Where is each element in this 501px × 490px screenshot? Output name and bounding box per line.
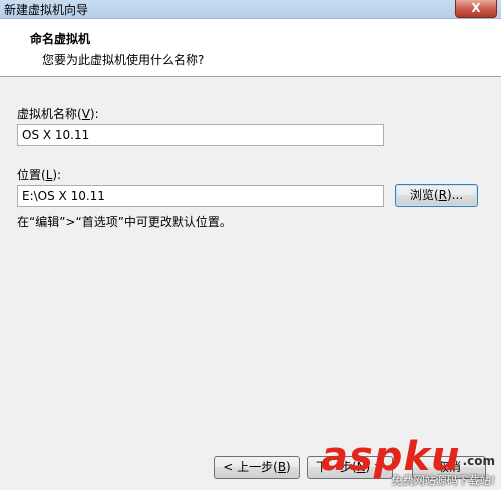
watermark-subtext: 免费网站源码下载站! xyxy=(391,474,495,487)
wizard-header: 命名虚拟机 您要为此虚拟机使用什么名称? xyxy=(0,19,501,77)
location-input[interactable] xyxy=(17,185,384,207)
vm-name-label-end: ): xyxy=(89,107,99,121)
back-key: B xyxy=(277,460,287,474)
browse-label-end: )... xyxy=(446,188,464,202)
back-label: < 上一步( xyxy=(223,460,278,474)
title-bar: 新建虚拟机向导 X xyxy=(0,0,501,19)
vm-name-input[interactable] xyxy=(17,124,384,146)
vm-name-label: 虚拟机名称(V): xyxy=(17,105,99,122)
vm-name-label-key: V xyxy=(81,107,90,121)
browse-key: R xyxy=(438,188,447,202)
location-label-end: ): xyxy=(52,168,62,182)
location-label: 位置(L): xyxy=(17,166,61,183)
back-label-end: ) xyxy=(286,460,291,474)
location-label-text: 位置( xyxy=(17,168,46,182)
page-subtitle: 您要为此虚拟机使用什么名称? xyxy=(42,53,205,67)
watermark-suffix: .com xyxy=(462,454,495,468)
aspku-watermark: aspku .com 免费网站源码下载站! xyxy=(317,434,497,488)
back-button[interactable]: < 上一步(B) xyxy=(214,456,300,479)
page-title: 命名虚拟机 xyxy=(30,32,91,46)
browse-button[interactable]: 浏览(R)... xyxy=(395,184,478,207)
browse-label: 浏览( xyxy=(409,188,439,202)
close-button[interactable]: X xyxy=(455,0,497,18)
location-hint: 在“编辑”>“首选项”中可更改默认位置。 xyxy=(17,215,232,229)
vm-name-label-text: 虚拟机名称( xyxy=(17,107,82,121)
window-title: 新建虚拟机向导 xyxy=(4,3,89,17)
